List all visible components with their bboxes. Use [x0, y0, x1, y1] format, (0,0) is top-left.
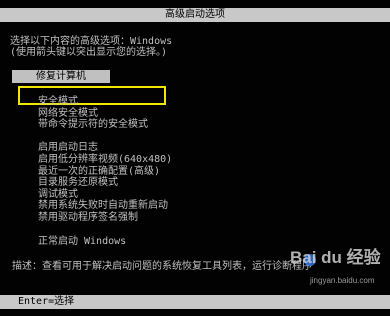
- watermark-logo: Bai du 经验: [290, 248, 381, 267]
- description-text: 描述：查看可用于解决启动问题的系统恢复工具列表，运行诊断程序: [12, 261, 312, 272]
- menu-item-safe-mode[interactable]: 安全模式: [38, 96, 78, 107]
- menu-item-directory-services-restore[interactable]: 目录服务还原模式: [38, 177, 118, 188]
- menu-item-boot-logging[interactable]: 启用启动日志: [38, 142, 98, 153]
- boot-screen: 高级启动选项 选择以下内容的高级选项：Windows (使用箭头键以突出显示您的…: [0, 0, 390, 316]
- menu-item-low-resolution-video[interactable]: 启用低分辨率视频(640x480): [38, 154, 172, 165]
- menu-item-disable-auto-restart[interactable]: 禁用系统失败时自动重新启动: [38, 200, 168, 211]
- baidu-jingyan-watermark: Bai du 经验 jingyan.baidu.com: [270, 248, 388, 292]
- menu-item-disable-driver-signature[interactable]: 禁用驱动程序签名强制: [38, 212, 138, 223]
- menu-item-last-known-good[interactable]: 最近一次的正确配置(高级): [38, 166, 160, 177]
- footer-bar: Enter=选择: [0, 295, 390, 309]
- menu-item-debugging-mode[interactable]: 调试模式: [38, 189, 78, 200]
- instruction-line-1: 选择以下内容的高级选项：Windows: [10, 36, 173, 47]
- instruction-line-2: (使用箭头键以突出显示您的选择。): [10, 47, 168, 58]
- watermark-url: jingyan.baidu.com: [310, 276, 375, 285]
- title-bar: 高级启动选项: [0, 8, 390, 22]
- page-title: 高级启动选项: [165, 9, 225, 20]
- repair-computer-option[interactable]: 修复计算机: [12, 70, 110, 83]
- menu-item-start-normally[interactable]: 正常启动 Windows: [38, 236, 126, 247]
- enter-key-hint: Enter=选择: [18, 296, 75, 307]
- menu-item-safe-mode-command-prompt[interactable]: 带命令提示符的安全模式: [38, 119, 148, 130]
- repair-computer-label: 修复计算机: [36, 71, 86, 82]
- menu-item-safe-mode-networking[interactable]: 网络安全模式: [38, 108, 98, 119]
